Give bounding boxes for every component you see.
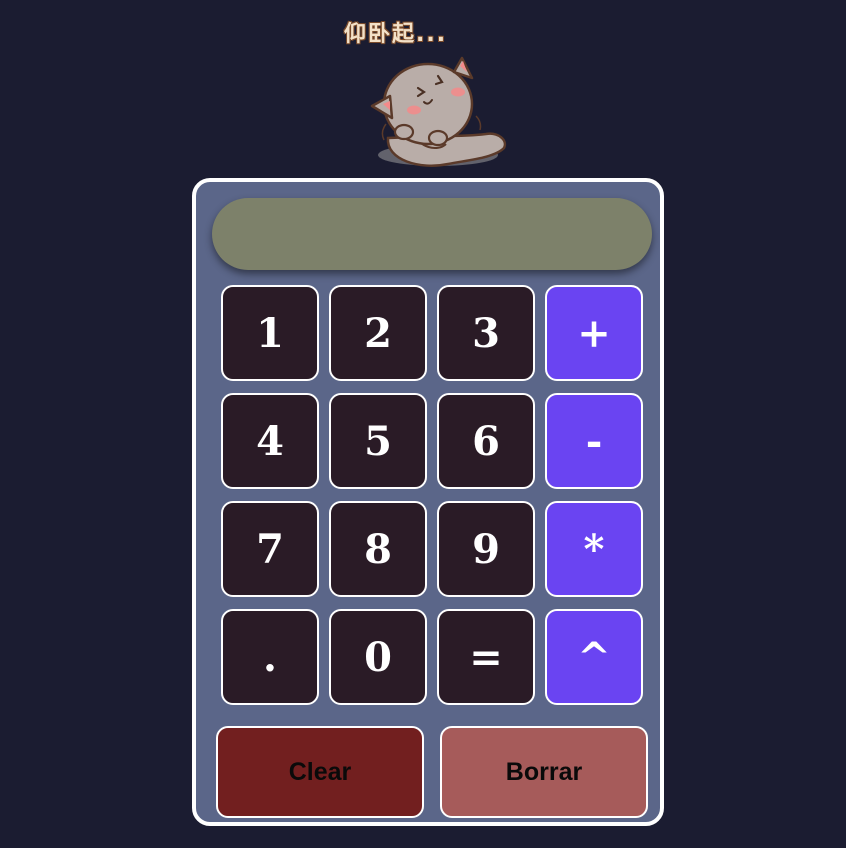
- calculator: 1 2 3 +4 5 6- 7 8 9 *. 0 = ^ Clear Borrar: [192, 178, 664, 826]
- borrar-button[interactable]: Borrar: [440, 726, 648, 818]
- minus-key[interactable]: -: [545, 393, 643, 489]
- multiply-key[interactable]: *: [545, 501, 643, 597]
- digit-9-key[interactable]: 9: [437, 501, 535, 597]
- cat-doing-situps-icon: [370, 56, 507, 167]
- digit-4-key[interactable]: 4: [221, 393, 319, 489]
- calculator-display: [212, 198, 652, 270]
- digit-1-key[interactable]: 1: [221, 285, 319, 381]
- plus-key[interactable]: +: [545, 285, 643, 381]
- action-buttons: Clear Borrar: [216, 726, 648, 818]
- equals-key[interactable]: =: [437, 609, 535, 705]
- digit-5-key[interactable]: 5: [329, 393, 427, 489]
- digit-0-key[interactable]: 0: [329, 609, 427, 705]
- cat-sticker: 仰卧起...: [330, 8, 530, 178]
- sticker-caption: 仰卧起...: [344, 22, 448, 47]
- digit-7-key[interactable]: 7: [221, 501, 319, 597]
- power-key[interactable]: ^: [545, 609, 643, 705]
- decimal-key[interactable]: .: [221, 609, 319, 705]
- clear-button[interactable]: Clear: [216, 726, 424, 818]
- digit-2-key[interactable]: 2: [329, 285, 427, 381]
- keypad: 1 2 3 +4 5 6- 7 8 9 *. 0 = ^: [221, 285, 645, 705]
- digit-3-key[interactable]: 3: [437, 285, 535, 381]
- digit-6-key[interactable]: 6: [437, 393, 535, 489]
- digit-8-key[interactable]: 8: [329, 501, 427, 597]
